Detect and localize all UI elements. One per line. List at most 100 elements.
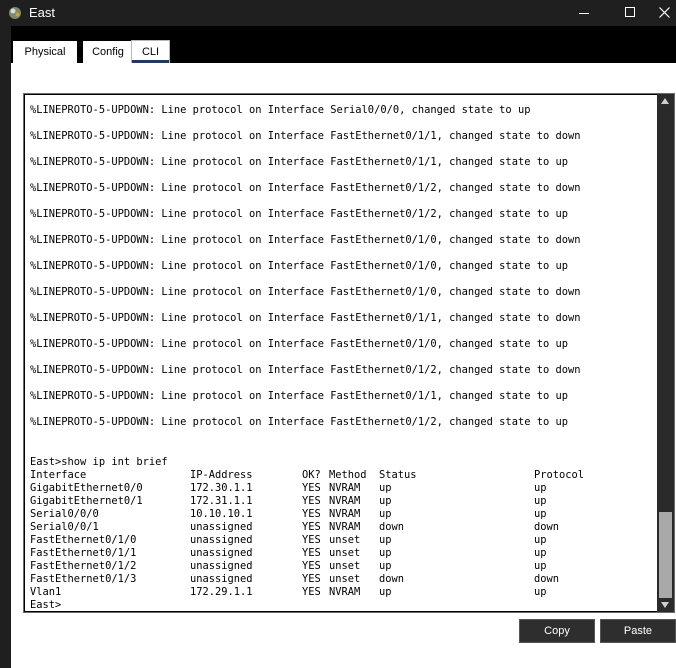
table-cell: Serial0/0/0 xyxy=(30,508,99,520)
command-line: East>show ip int brief xyxy=(30,456,168,468)
tab-config[interactable]: Config xyxy=(83,41,133,63)
router-app-icon xyxy=(9,7,21,19)
copy-button[interactable]: Copy xyxy=(519,619,595,643)
log-line: %LINEPROTO-5-UPDOWN: Line protocol on In… xyxy=(30,182,581,194)
table-cell: YES xyxy=(302,586,321,598)
close-icon xyxy=(659,7,670,18)
table-cell: up xyxy=(534,495,547,507)
maximize-icon xyxy=(625,7,635,17)
paste-button[interactable]: Paste xyxy=(600,619,676,643)
table-cell: up xyxy=(534,547,547,559)
arrow-down-icon xyxy=(661,602,669,608)
window-title: East xyxy=(29,5,56,20)
log-line: %LINEPROTO-5-UPDOWN: Line protocol on In… xyxy=(30,208,568,220)
terminal-scrollbar[interactable] xyxy=(657,94,674,612)
table-cell: 172.29.1.1 xyxy=(190,586,253,598)
table-cell: Vlan1 xyxy=(30,586,62,598)
table-cell: down xyxy=(534,521,560,533)
table-cell: unset xyxy=(329,534,361,546)
tab-bar: Physical Config CLI xyxy=(11,26,676,63)
table-cell: 172.31.1.1 xyxy=(190,495,253,507)
log-line: %LINEPROTO-5-UPDOWN: Line protocol on In… xyxy=(30,234,581,246)
table-cell: unassigned xyxy=(190,534,253,546)
table-cell: GigabitEthernet0/0 xyxy=(30,482,143,494)
table-cell: YES xyxy=(302,495,321,507)
tab-cli[interactable]: CLI xyxy=(131,40,170,63)
cli-prompt: East> xyxy=(30,599,62,611)
table-cell: NVRAM xyxy=(329,495,361,507)
table-cell: down xyxy=(379,521,405,533)
table-cell: unassigned xyxy=(190,521,253,533)
table-header-cell: Status xyxy=(379,469,417,481)
close-button[interactable] xyxy=(653,0,676,26)
table-cell: NVRAM xyxy=(329,521,361,533)
table-cell: up xyxy=(379,560,392,572)
table-cell: up xyxy=(534,508,547,520)
maximize-button[interactable] xyxy=(607,0,653,26)
table-cell: YES xyxy=(302,560,321,572)
table-cell: NVRAM xyxy=(329,482,361,494)
table-cell: unset xyxy=(329,547,361,559)
log-line: %LINEPROTO-5-UPDOWN: Line protocol on In… xyxy=(30,338,568,350)
table-cell: YES xyxy=(302,521,321,533)
table-cell: unassigned xyxy=(190,547,253,559)
table-cell: YES xyxy=(302,508,321,520)
table-cell: up xyxy=(379,495,392,507)
log-line: %LINEPROTO-5-UPDOWN: Line protocol on In… xyxy=(30,390,568,402)
tab-physical[interactable]: Physical xyxy=(13,41,77,63)
log-line: %LINEPROTO-5-UPDOWN: Line protocol on In… xyxy=(30,312,581,324)
table-cell: up xyxy=(379,534,392,546)
table-cell: 172.30.1.1 xyxy=(190,482,253,494)
table-cell: up xyxy=(379,482,392,494)
table-cell: down xyxy=(379,573,405,585)
table-header-cell: IP-Address xyxy=(190,469,253,481)
table-header-cell: Method xyxy=(329,469,367,481)
table-cell: unassigned xyxy=(190,560,253,572)
table-cell: NVRAM xyxy=(329,586,361,598)
table-cell: FastEthernet0/1/0 xyxy=(30,534,137,546)
table-cell: YES xyxy=(302,482,321,494)
table-cell: down xyxy=(534,573,560,585)
table-cell: unassigned xyxy=(190,573,253,585)
log-line: %LINEPROTO-5-UPDOWN: Line protocol on In… xyxy=(30,156,568,168)
table-cell: unset xyxy=(329,560,361,572)
table-cell: YES xyxy=(302,534,321,546)
title-bar: East xyxy=(0,0,676,26)
table-cell: NVRAM xyxy=(329,508,361,520)
table-cell: up xyxy=(379,586,392,598)
table-cell: 10.10.10.1 xyxy=(190,508,253,520)
table-cell: up xyxy=(379,547,392,559)
scroll-up-button[interactable] xyxy=(657,94,674,108)
scroll-thumb[interactable] xyxy=(659,512,672,598)
table-cell: FastEthernet0/1/1 xyxy=(30,547,137,559)
minimize-button[interactable] xyxy=(560,0,606,26)
table-cell: up xyxy=(534,560,547,572)
table-cell: up xyxy=(534,534,547,546)
scroll-track[interactable] xyxy=(657,108,674,598)
table-header-cell: Protocol xyxy=(534,469,585,481)
table-cell: GigabitEthernet0/1 xyxy=(30,495,143,507)
tab-cli-label: CLI xyxy=(141,46,160,58)
table-cell: up xyxy=(534,586,547,598)
scroll-down-button[interactable] xyxy=(657,598,674,612)
table-cell: up xyxy=(534,482,547,494)
log-line: %LINEPROTO-5-UPDOWN: Line protocol on In… xyxy=(30,130,581,142)
table-header-cell: OK? xyxy=(302,469,321,481)
log-line: %LINEPROTO-5-UPDOWN: Line protocol on In… xyxy=(30,416,568,428)
arrow-up-icon xyxy=(661,98,669,104)
log-line: %LINEPROTO-5-UPDOWN: Line protocol on In… xyxy=(30,286,581,298)
table-cell: up xyxy=(379,508,392,520)
table-cell: Serial0/0/1 xyxy=(30,521,99,533)
cli-terminal[interactable]: %LINEPROTO-5-UPDOWN: Line protocol on In… xyxy=(25,95,657,611)
table-cell: YES xyxy=(302,573,321,585)
log-line: %LINEPROTO-5-UPDOWN: Line protocol on In… xyxy=(30,260,568,272)
cli-terminal-frame: %LINEPROTO-5-UPDOWN: Line protocol on In… xyxy=(23,93,675,613)
table-cell: unset xyxy=(329,573,361,585)
active-tab-indicator xyxy=(132,60,169,63)
table-cell: FastEthernet0/1/2 xyxy=(30,560,137,572)
table-cell: FastEthernet0/1/3 xyxy=(30,573,137,585)
log-line: %LINEPROTO-5-UPDOWN: Line protocol on In… xyxy=(30,104,531,116)
table-cell: YES xyxy=(302,547,321,559)
minimize-icon xyxy=(579,13,589,14)
log-line: %LINEPROTO-5-UPDOWN: Line protocol on In… xyxy=(30,364,581,376)
